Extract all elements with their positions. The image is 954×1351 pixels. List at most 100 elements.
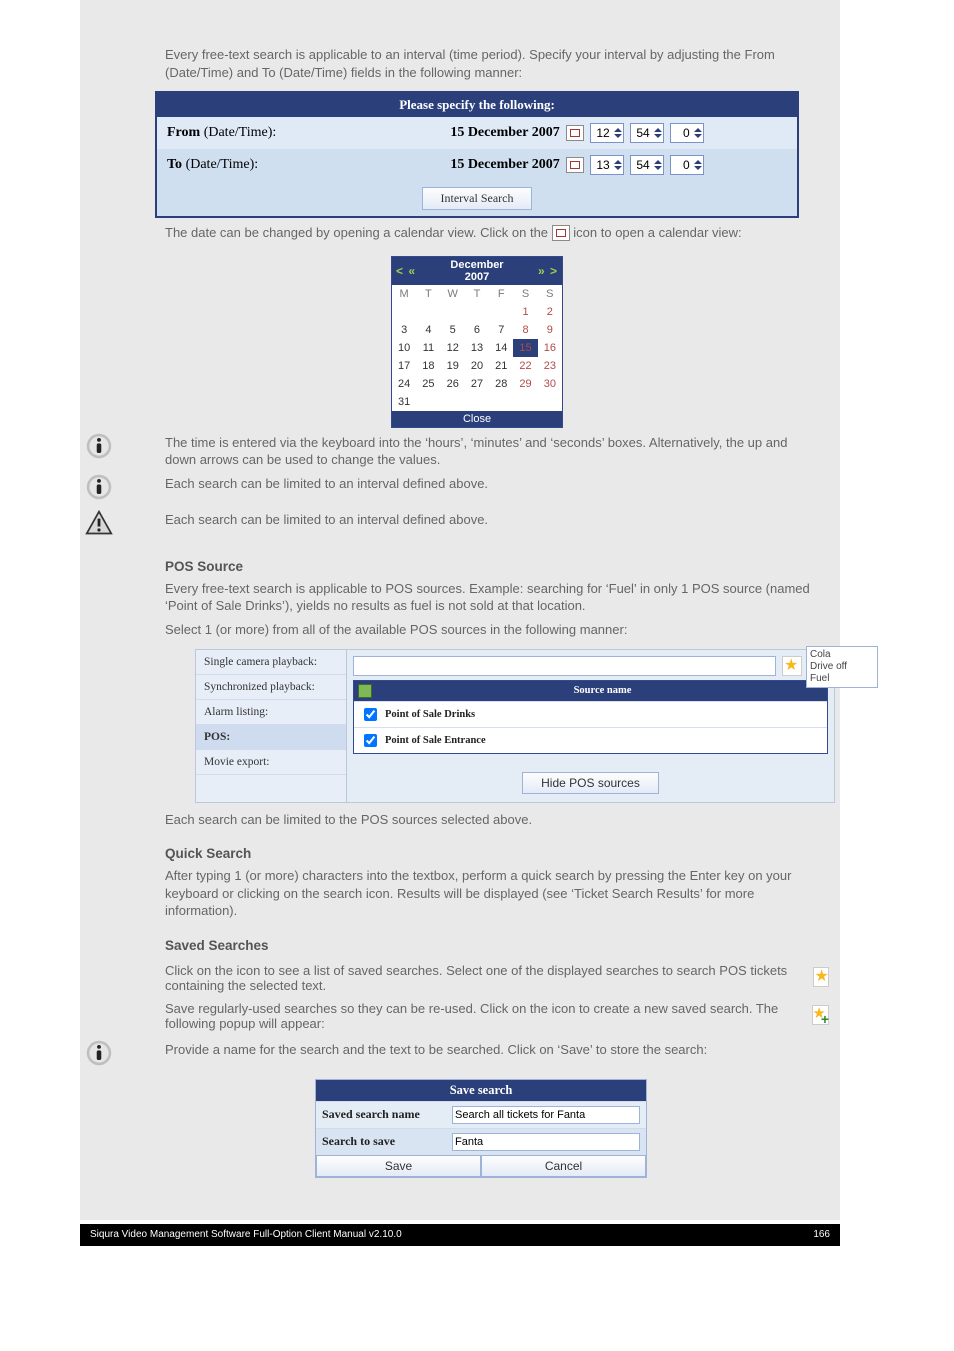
- interval-panel-title: Please specify the following:: [157, 93, 797, 117]
- calendar-day[interactable]: 22: [513, 357, 537, 375]
- calendar-dow: S: [538, 285, 562, 303]
- heading-quick-search: Quick Search: [65, 846, 889, 861]
- save-button[interactable]: Save: [316, 1155, 481, 1177]
- calendar-day[interactable]: 31: [392, 393, 416, 411]
- interval-to-label-bold: To: [167, 157, 182, 172]
- calendar-dow: S: [513, 285, 537, 303]
- info-icon: [85, 1039, 113, 1067]
- calendar-day: [513, 393, 537, 411]
- save-search-title: Save search: [316, 1080, 646, 1101]
- calendar-day[interactable]: 9: [538, 321, 562, 339]
- calendar-day[interactable]: 18: [416, 357, 440, 375]
- to-seconds-spinner[interactable]: 0: [670, 155, 704, 175]
- quick-search-text: After typing 1 (or more) characters into…: [65, 867, 889, 920]
- calendar-day: [489, 303, 513, 321]
- calendar-dow: W: [441, 285, 465, 303]
- calendar-day[interactable]: 19: [441, 357, 465, 375]
- select-all-checkbox[interactable]: [358, 684, 372, 698]
- pos-main: ColaDrive offFuel Source name Point of S…: [347, 649, 835, 803]
- calendar-day: [441, 393, 465, 411]
- calendar-next[interactable]: » >: [538, 264, 558, 278]
- pos-sidebar-item[interactable]: Movie export:: [196, 750, 346, 775]
- calendar-day[interactable]: 30: [538, 375, 562, 393]
- calendar-day: [416, 393, 440, 411]
- note-time-entry: The time is entered via the keyboard int…: [165, 434, 829, 469]
- star-icon[interactable]: [813, 967, 829, 987]
- interval-to-label-suffix: (Date/Time):: [182, 157, 258, 172]
- saved-search-name-label: Saved search name: [322, 1107, 452, 1122]
- calendar-day: [416, 303, 440, 321]
- to-hours-spinner[interactable]: 13: [590, 155, 624, 175]
- calendar-day[interactable]: 27: [465, 375, 489, 393]
- calendar-day[interactable]: 15: [513, 339, 537, 357]
- pos-text-1: Every free-text search is applicable to …: [65, 580, 889, 615]
- calendar-day[interactable]: 1: [513, 303, 537, 321]
- calendar-day[interactable]: 6: [465, 321, 489, 339]
- calendar-day[interactable]: 14: [489, 339, 513, 357]
- pos-sidebar: Single camera playback:Synchronized play…: [195, 649, 347, 803]
- calendar-icon[interactable]: [566, 157, 584, 173]
- pos-source-checkbox[interactable]: [364, 734, 377, 747]
- pos-source-table: Source name Point of Sale DrinksPoint of…: [353, 680, 828, 754]
- calendar-day[interactable]: 2: [538, 303, 562, 321]
- calendar-open-text: The date can be changed by opening a cal…: [65, 224, 889, 242]
- pos-text-2: Select 1 (or more) from all of the avail…: [65, 621, 889, 639]
- saved-search-option[interactable]: Cola: [810, 649, 874, 661]
- calendar-day[interactable]: 24: [392, 375, 416, 393]
- pos-search-input[interactable]: [353, 656, 776, 676]
- saved-search-option[interactable]: Fuel: [810, 673, 874, 685]
- calendar-day[interactable]: 12: [441, 339, 465, 357]
- calendar-day[interactable]: 7: [489, 321, 513, 339]
- calendar-close-button[interactable]: Close: [392, 411, 562, 427]
- pos-sidebar-item[interactable]: POS:: [196, 725, 346, 750]
- from-hours-spinner[interactable]: 12: [590, 123, 624, 143]
- saved-search-option[interactable]: Drive off: [810, 661, 874, 673]
- star-icon[interactable]: [782, 656, 802, 676]
- saved-search-line-2: Save regularly-used searches so they can…: [65, 997, 889, 1035]
- note-each-search-2: Each search can be limited to an interva…: [165, 511, 829, 529]
- save-search-dialog: Save search Saved search name Search to …: [315, 1079, 647, 1178]
- calendar-prev[interactable]: < «: [396, 264, 416, 278]
- calendar-dow: T: [465, 285, 489, 303]
- calendar-dow: T: [416, 285, 440, 303]
- interval-from-label-suffix: (Date/Time):: [200, 125, 276, 140]
- to-minutes-spinner[interactable]: 54: [630, 155, 664, 175]
- calendar-day[interactable]: 16: [538, 339, 562, 357]
- from-minutes-spinner[interactable]: 54: [630, 123, 664, 143]
- calendar-day[interactable]: 8: [513, 321, 537, 339]
- calendar-icon[interactable]: [552, 225, 570, 241]
- calendar-day[interactable]: 26: [441, 375, 465, 393]
- calendar-day[interactable]: 13: [465, 339, 489, 357]
- calendar-dow: F: [489, 285, 513, 303]
- calendar-day[interactable]: 17: [392, 357, 416, 375]
- calendar-day[interactable]: 25: [416, 375, 440, 393]
- interval-from-date: 15 December 2007: [450, 125, 559, 141]
- calendar-day[interactable]: 28: [489, 375, 513, 393]
- heading-saved-searches: Saved Searches: [65, 938, 889, 953]
- cancel-button[interactable]: Cancel: [481, 1155, 646, 1177]
- hide-pos-sources-button[interactable]: Hide POS sources: [522, 772, 659, 794]
- calendar-day[interactable]: 10: [392, 339, 416, 357]
- note-save-hint: Provide a name for the search and the te…: [165, 1041, 829, 1059]
- calendar-day[interactable]: 11: [416, 339, 440, 357]
- calendar-day[interactable]: 4: [416, 321, 440, 339]
- calendar-icon[interactable]: [566, 125, 584, 141]
- calendar-day[interactable]: 5: [441, 321, 465, 339]
- calendar-day[interactable]: 3: [392, 321, 416, 339]
- pos-sidebar-item[interactable]: Alarm listing:: [196, 700, 346, 725]
- pos-sidebar-item[interactable]: Synchronized playback:: [196, 675, 346, 700]
- star-plus-icon[interactable]: [812, 1005, 829, 1025]
- pos-source-name: Point of Sale Entrance: [385, 735, 486, 746]
- search-to-save-input[interactable]: [452, 1133, 640, 1151]
- saved-search-name-input[interactable]: [452, 1106, 640, 1124]
- calendar-day[interactable]: 21: [489, 357, 513, 375]
- pos-source-checkbox[interactable]: [364, 708, 377, 721]
- pos-sidebar-item[interactable]: Single camera playback:: [196, 650, 346, 675]
- saved-search-line-1: Click on the icon to see a list of saved…: [65, 959, 889, 997]
- interval-search-button[interactable]: Interval Search: [422, 187, 533, 210]
- from-seconds-spinner[interactable]: 0: [670, 123, 704, 143]
- calendar-day[interactable]: 23: [538, 357, 562, 375]
- calendar-day[interactable]: 20: [465, 357, 489, 375]
- calendar-day[interactable]: 29: [513, 375, 537, 393]
- pos-saved-searches-dropdown[interactable]: ColaDrive offFuel: [806, 646, 878, 688]
